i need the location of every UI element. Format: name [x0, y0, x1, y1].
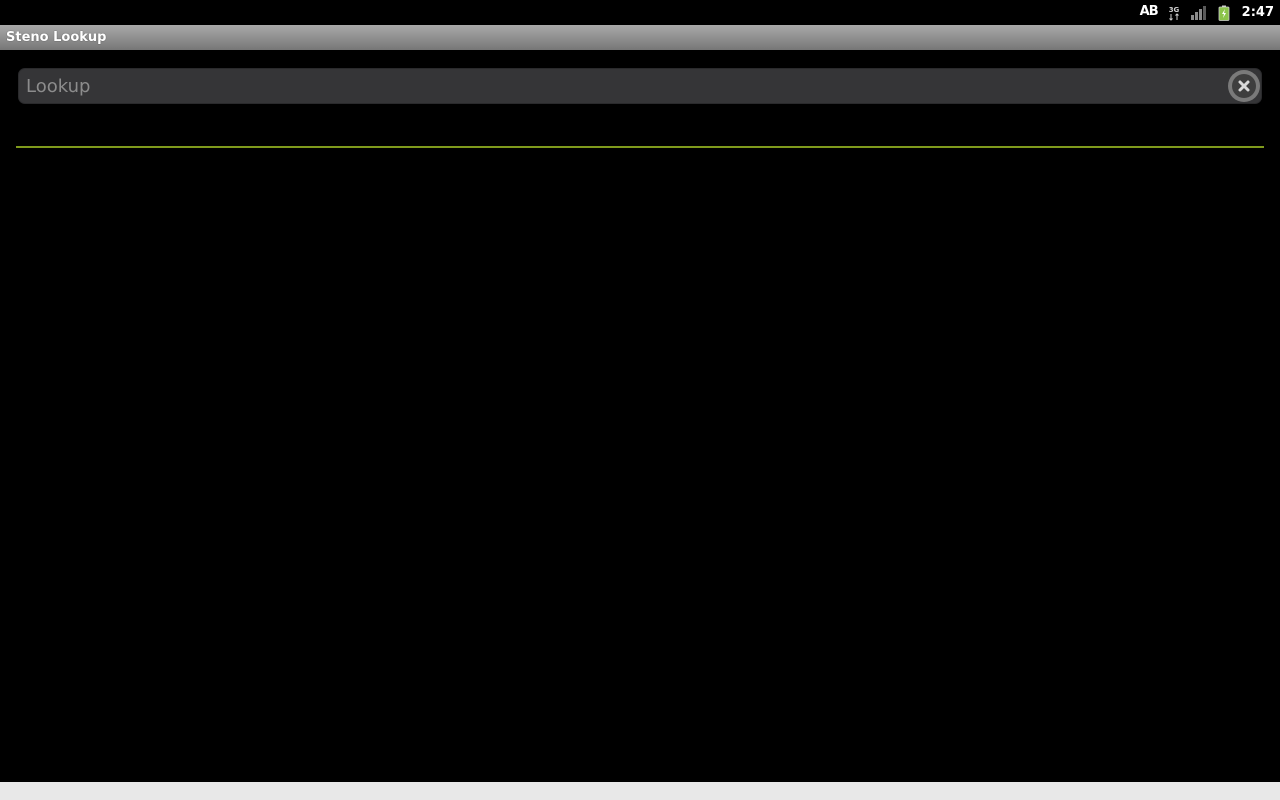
title-bar: Steno Lookup — [0, 25, 1280, 50]
results-list — [16, 150, 1264, 778]
data-3g-icon: 3G — [1168, 0, 1180, 25]
results-divider — [16, 146, 1264, 148]
status-icons: AB 3G 2:47 — [1139, 0, 1274, 26]
keyboard-ab-icon: AB — [1139, 0, 1159, 26]
svg-text:3G: 3G — [1168, 6, 1179, 14]
app-title: Steno Lookup — [6, 30, 107, 45]
status-clock: 2:47 — [1241, 5, 1274, 20]
status-bar: AB 3G 2:47 — [0, 0, 1280, 26]
signal-strength-icon — [1190, 0, 1208, 25]
battery-charging-icon — [1218, 0, 1230, 25]
search-box — [18, 68, 1262, 104]
close-icon — [1232, 74, 1256, 98]
lookup-search-input[interactable] — [26, 69, 1216, 103]
bottom-bar — [0, 782, 1280, 800]
clear-search-button[interactable] — [1228, 70, 1260, 102]
